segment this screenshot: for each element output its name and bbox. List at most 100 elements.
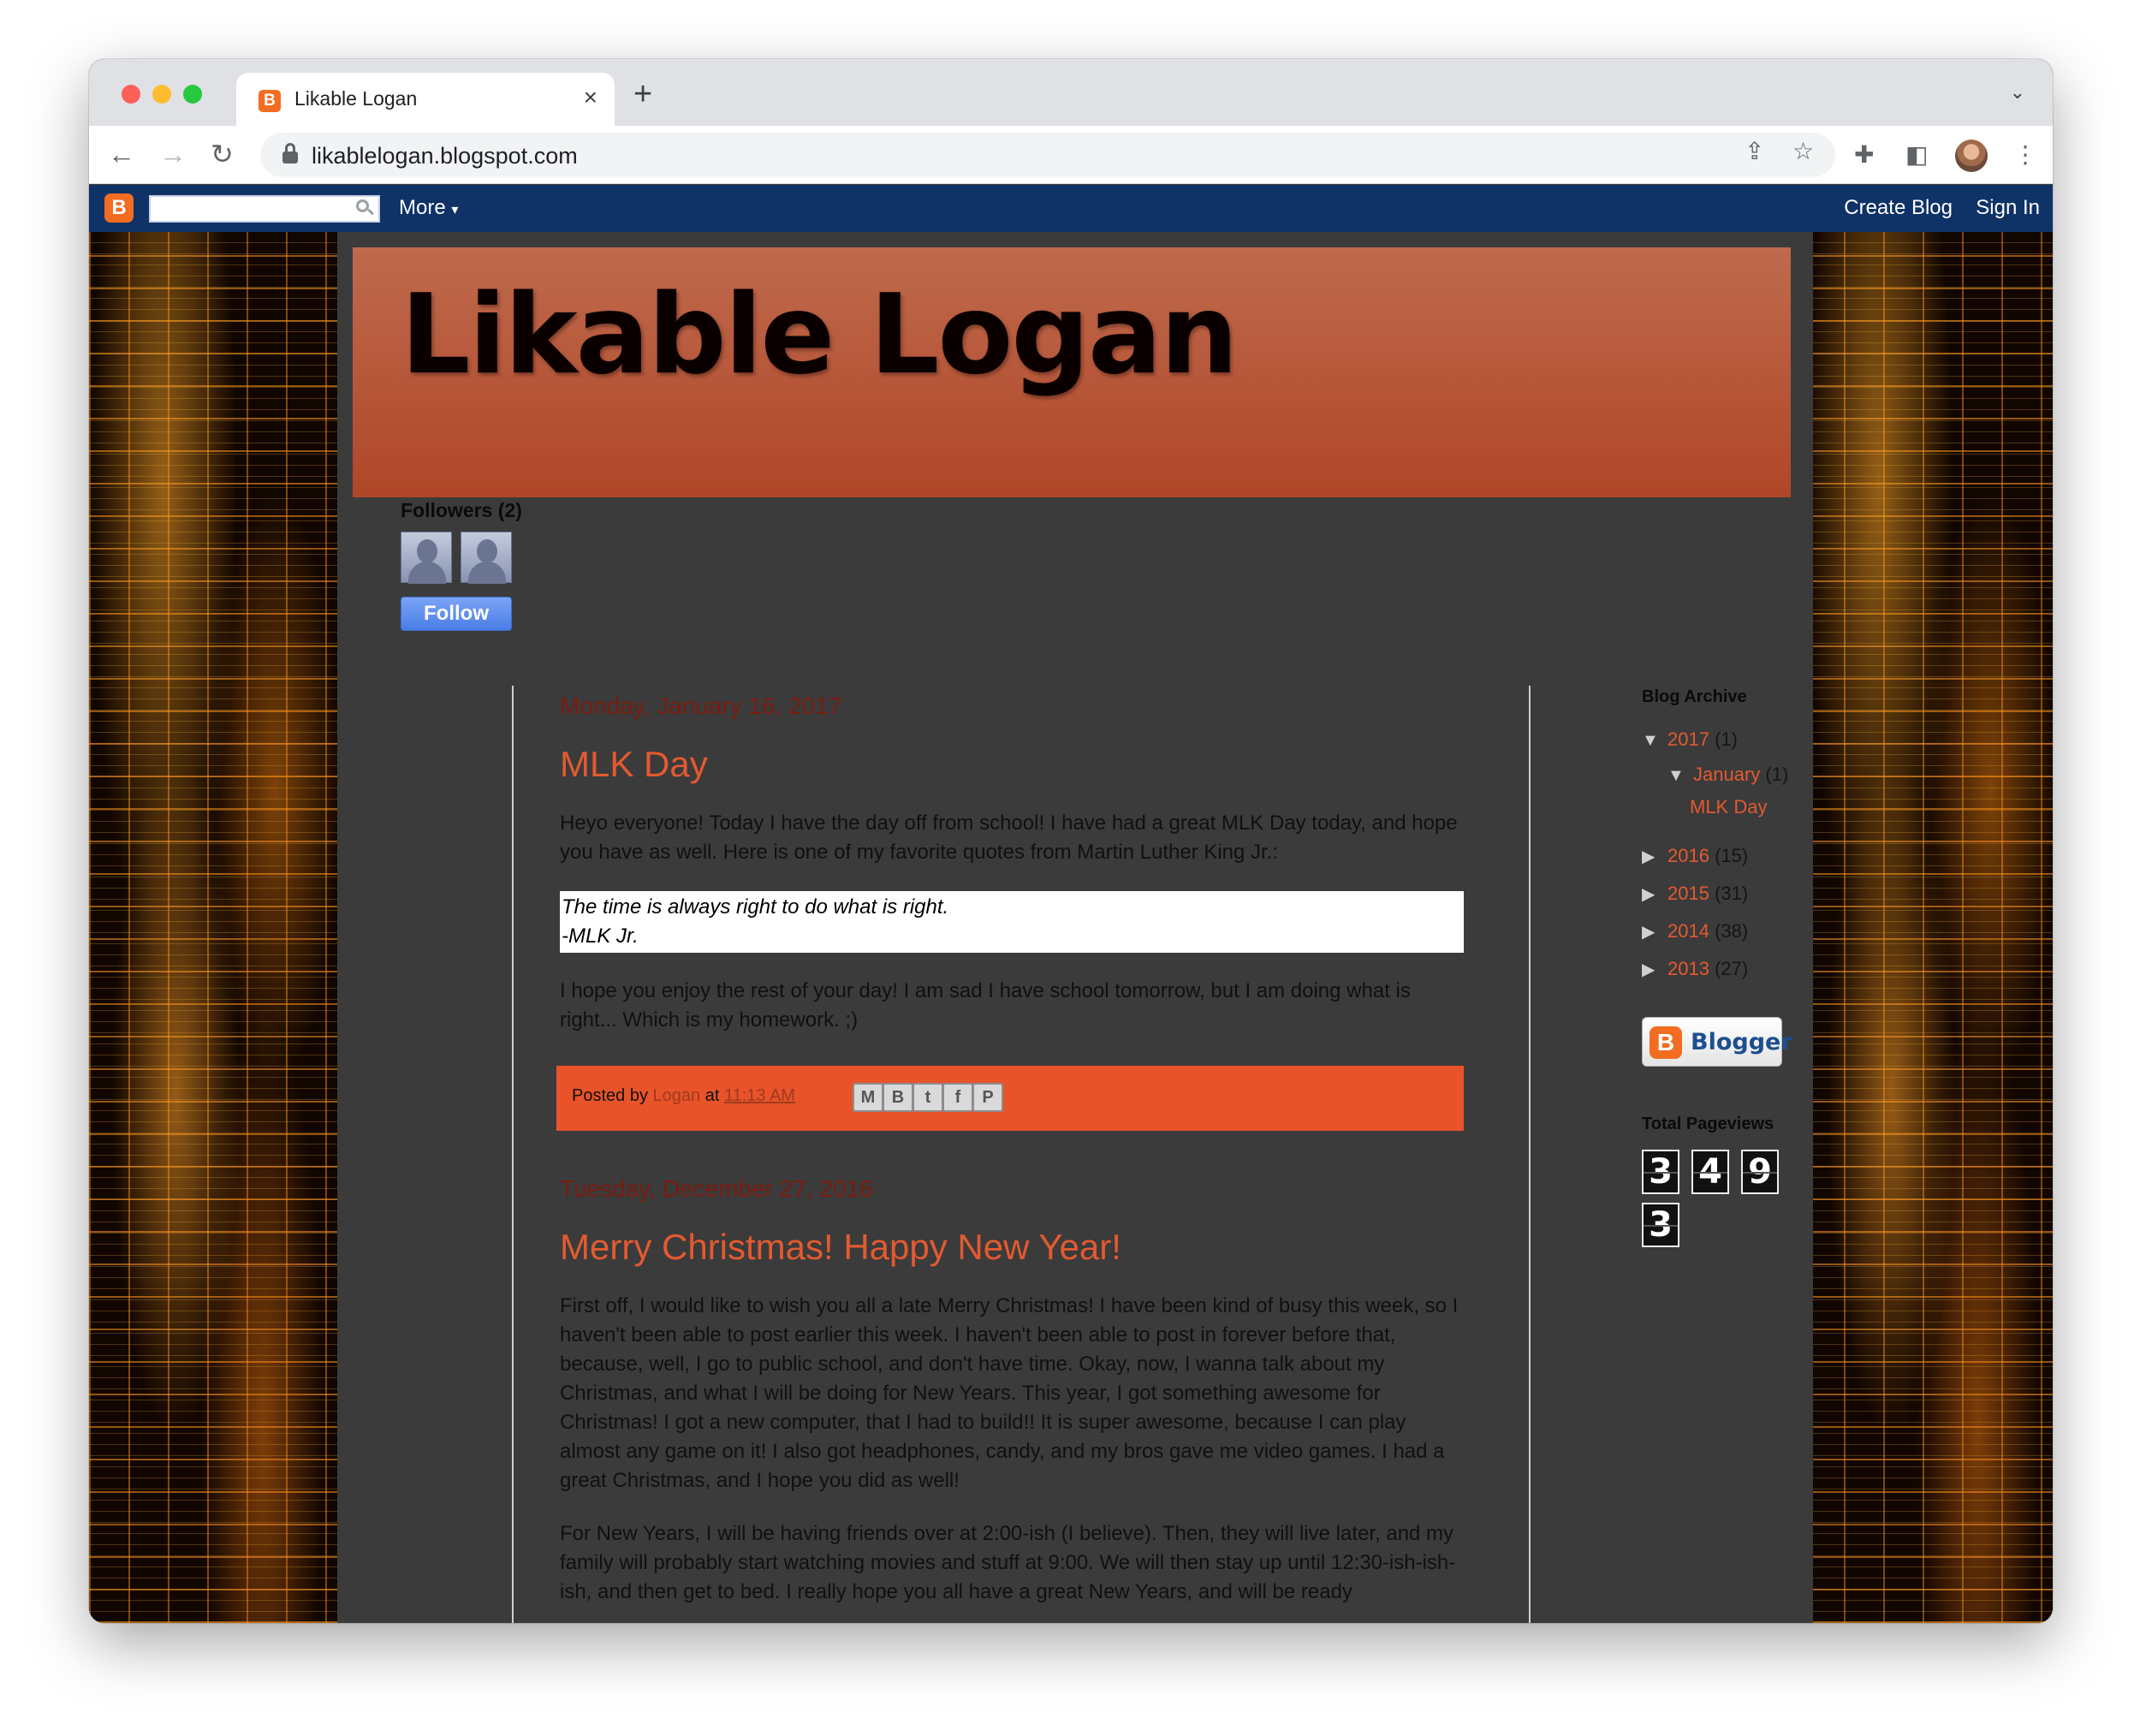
browser-window: B Likable Logan × + ⌄ ← → ↻ likablelogan…	[89, 59, 2053, 1623]
archive-year-link[interactable]: 2013	[1667, 958, 1709, 979]
archive-year-link[interactable]: 2016	[1667, 845, 1709, 866]
browser-tab[interactable]: B Likable Logan ×	[236, 73, 615, 126]
background-pattern-right	[1804, 232, 2053, 1623]
quote-author: -MLK Jr.	[562, 924, 639, 948]
more-label: More	[399, 196, 446, 219]
tab-strip: B Likable Logan × + ⌄	[89, 59, 2053, 126]
triangle-right-icon[interactable]: ▶	[1642, 913, 1667, 951]
caret-down-icon: ▾	[451, 203, 459, 217]
quote-text: The time is always right to do what is r…	[562, 895, 949, 919]
blog-page: Likable Logan Followers (2) Follow Monda…	[89, 232, 2053, 1623]
blog-title[interactable]: Likable Logan	[401, 271, 1238, 399]
blogger-badge-text: Blogger	[1691, 1029, 1792, 1055]
lock-icon	[282, 143, 298, 165]
post-paragraph: I hope you enjoy the rest of your day! I…	[560, 979, 1411, 1031]
post-paragraph: For New Years, I will be having friends …	[560, 1522, 1456, 1603]
twitter-icon[interactable]: t	[912, 1083, 943, 1112]
blogthis-icon[interactable]: B	[883, 1083, 913, 1112]
archive-month-link[interactable]: January	[1693, 764, 1760, 785]
posted-by-label: Posted by	[572, 1086, 648, 1105]
triangle-down-icon[interactable]: ▼	[1642, 722, 1667, 759]
bookmark-star-icon[interactable]: ☆	[1792, 136, 1814, 167]
blogger-logo-icon[interactable]: B	[104, 193, 134, 223]
back-arrow-icon[interactable]: ←	[108, 138, 135, 170]
archive-year-item[interactable]: ▶ 2016 (15)	[1642, 837, 1804, 875]
posts-column: Monday, January 16, 2017 MLK Day Heyo ev…	[556, 686, 1467, 1607]
archive-year-item[interactable]: ▶ 2013 (27)	[1642, 950, 1804, 988]
tab-close-icon[interactable]: ×	[584, 84, 597, 111]
more-menu-button[interactable]: More ▾	[399, 196, 458, 220]
archive-year-link[interactable]: 2017	[1667, 728, 1709, 750]
triangle-right-icon[interactable]: ▶	[1642, 838, 1667, 876]
archive-count: (1)	[1765, 764, 1789, 785]
archive-year-link[interactable]: 2015	[1667, 883, 1709, 904]
archive-year-item[interactable]: ▼ 2017 (1)	[1642, 721, 1804, 758]
pageview-digit: 4	[1691, 1150, 1729, 1194]
archive-count: (31)	[1715, 883, 1749, 904]
blog-header: Likable Logan	[353, 247, 1791, 497]
pinterest-icon[interactable]: P	[972, 1083, 1003, 1112]
share-buttons: M B t f P	[853, 1083, 1003, 1112]
archive-count: (15)	[1715, 845, 1749, 866]
author-link[interactable]: Logan	[653, 1086, 701, 1105]
powered-by-blogger-button[interactable]: B Blogger	[1642, 1017, 1792, 1067]
triangle-right-icon[interactable]: ▶	[1642, 876, 1667, 913]
post-byline: Posted by Logan at 11:13 AM	[572, 1086, 795, 1106]
email-icon[interactable]: M	[853, 1083, 883, 1112]
post-quote: The time is always right to do what is r…	[560, 891, 1464, 953]
side-panel-icon[interactable]: ◧	[1905, 140, 1928, 170]
blog-search-input[interactable]	[149, 195, 380, 223]
chevron-down-icon[interactable]: ⌄	[2010, 81, 2025, 104]
blogger-logo-icon: B	[1650, 1026, 1682, 1059]
triangle-right-icon[interactable]: ▶	[1642, 951, 1667, 989]
archive-post-link[interactable]: MLK Day	[1642, 791, 1804, 823]
post: Monday, January 16, 2017 MLK Day Heyo ev…	[556, 693, 1467, 1131]
archive-year-item[interactable]: ▶ 2014 (38)	[1642, 913, 1804, 950]
reload-icon[interactable]: ↻	[211, 138, 234, 170]
total-pageviews-title: Total Pageviews	[1642, 1115, 1774, 1133]
address-bar[interactable]: likablelogan.blogspot.com ⇪ ☆	[260, 133, 1835, 177]
forward-arrow-icon[interactable]: →	[159, 138, 187, 170]
triangle-down-icon[interactable]: ▼	[1667, 759, 1693, 792]
follow-button[interactable]: Follow	[401, 597, 512, 631]
at-label: at	[704, 1086, 720, 1105]
follower-avatar[interactable]	[401, 532, 452, 584]
pageviews-counter: 3 4 9 3	[1642, 1150, 1804, 1247]
post: Tuesday, December 27, 2016 Merry Christm…	[560, 1175, 1467, 1607]
follower-avatar[interactable]	[461, 532, 512, 584]
pageview-digit: 3	[1642, 1150, 1679, 1194]
blog-archive-title: Blog Archive	[1642, 687, 1747, 706]
blogger-navbar: B More ▾ Create Blog Sign In	[89, 185, 2053, 232]
minimize-window-button[interactable]	[152, 85, 171, 104]
tab-title: Likable Logan	[294, 87, 418, 110]
background-pattern-left	[89, 232, 337, 1623]
create-blog-link[interactable]: Create Blog	[1844, 196, 1953, 220]
blogger-favicon-icon: B	[259, 90, 281, 112]
browser-toolbar: ← → ↻ likablelogan.blogspot.com ⇪ ☆ ✚ ◧ …	[89, 126, 2053, 184]
archive-year-item[interactable]: ▶ 2015 (31)	[1642, 875, 1804, 913]
post-paragraph: First off, I would like to wish you all …	[560, 1294, 1459, 1492]
url-text[interactable]: likablelogan.blogspot.com	[312, 143, 578, 169]
followers-title: Followers (2)	[401, 499, 522, 521]
search-icon[interactable]	[356, 199, 374, 217]
archive-count: (1)	[1715, 728, 1738, 750]
divider	[512, 686, 514, 1623]
facebook-icon[interactable]: f	[942, 1083, 973, 1112]
menu-dots-icon[interactable]: ⋮	[2013, 140, 2037, 170]
new-tab-icon[interactable]: +	[633, 78, 652, 110]
profile-avatar[interactable]	[1955, 140, 1988, 172]
close-window-button[interactable]	[122, 85, 140, 104]
post-time-link[interactable]: 11:13 AM	[724, 1086, 795, 1105]
pageview-digit: 3	[1642, 1203, 1679, 1247]
post-title[interactable]: MLK Day	[560, 744, 1467, 785]
maximize-window-button[interactable]	[183, 85, 202, 104]
archive-month-item[interactable]: ▼ January (1)	[1642, 758, 1804, 791]
archive-year-link[interactable]: 2014	[1667, 920, 1709, 942]
divider	[1529, 686, 1531, 1623]
sign-in-link[interactable]: Sign In	[1976, 196, 2040, 220]
archive-count: (38)	[1715, 920, 1749, 942]
post-paragraph: Heyo everyone! Today I have the day off …	[560, 812, 1458, 864]
post-title[interactable]: Merry Christmas! Happy New Year!	[560, 1227, 1467, 1268]
share-icon[interactable]: ⇪	[1745, 136, 1764, 167]
extensions-puzzle-icon[interactable]: ✚	[1854, 140, 1874, 170]
